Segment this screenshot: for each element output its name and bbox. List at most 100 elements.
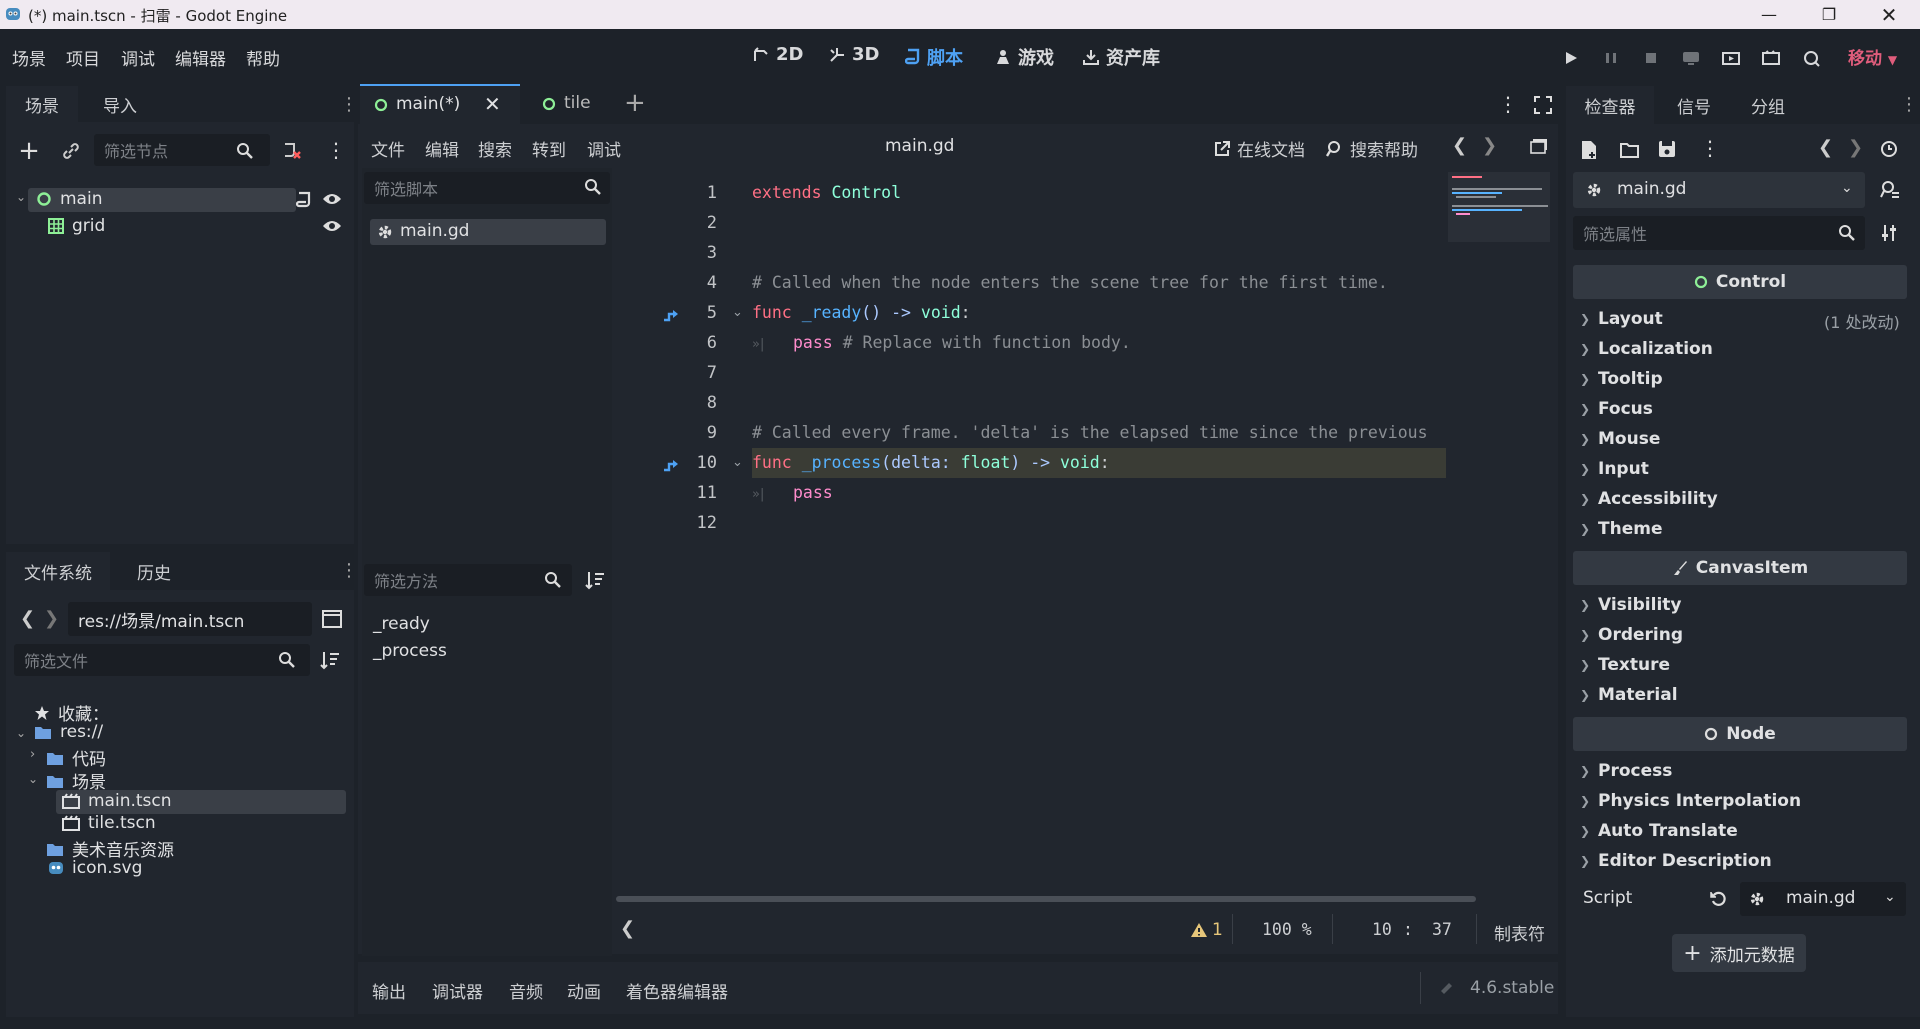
tab-scene[interactable]: 场景 bbox=[6, 86, 78, 122]
horizontal-scrollbar[interactable] bbox=[616, 896, 1476, 902]
property-filter-input[interactable]: 筛选属性 bbox=[1573, 216, 1865, 250]
prop-editor-description[interactable]: ❯ Editor Description bbox=[1580, 851, 1772, 871]
section-control[interactable]: Control bbox=[1573, 265, 1907, 299]
dock-menu-icon[interactable]: ⋮ bbox=[340, 94, 358, 115]
visibility-eye-icon[interactable] bbox=[322, 192, 342, 206]
run-specific-scene-button[interactable] bbox=[1760, 47, 1782, 69]
dock-menu-icon[interactable]: ⋮ bbox=[1900, 94, 1918, 115]
menu-help[interactable]: 帮助 bbox=[246, 45, 280, 70]
prop-focus[interactable]: ❯ Focus bbox=[1580, 399, 1653, 419]
close-tab-icon[interactable]: ✕ bbox=[484, 92, 501, 116]
history-back-icon[interactable]: ❮ bbox=[1818, 137, 1833, 158]
revert-icon[interactable] bbox=[1710, 890, 1728, 908]
dock-menu-icon[interactable]: ⋮ bbox=[340, 560, 358, 581]
search-help-button[interactable]: 搜索帮助 bbox=[1326, 136, 1418, 161]
stop-button[interactable] bbox=[1640, 47, 1662, 69]
tab-tile-scene[interactable]: tile bbox=[522, 84, 622, 124]
file-filter-input[interactable]: 筛选文件 bbox=[14, 644, 310, 676]
prop-layout[interactable]: ❯ Layout bbox=[1580, 309, 1663, 329]
workspace-assetlib-button[interactable]: 资产库 bbox=[1082, 44, 1160, 70]
history-icon[interactable] bbox=[1880, 140, 1898, 158]
menu-scene[interactable]: 场景 bbox=[12, 45, 46, 70]
prop-auto-translate[interactable]: ❯ Auto Translate bbox=[1580, 821, 1738, 841]
fold-arrow-icon[interactable]: ⌄ bbox=[732, 305, 743, 320]
node-grid[interactable]: grid bbox=[48, 216, 105, 236]
indentation-mode[interactable]: 制表符 bbox=[1494, 920, 1545, 945]
menu-editor[interactable]: 编辑器 bbox=[175, 45, 226, 70]
resource-selector[interactable]: main.gd ⌄ bbox=[1573, 172, 1865, 208]
inspector-more-icon[interactable]: ⋮ bbox=[1700, 136, 1720, 160]
menu-project[interactable]: 项目 bbox=[66, 45, 100, 70]
add-tab-icon[interactable]: + bbox=[624, 88, 646, 118]
menu-debug[interactable]: 调试 bbox=[121, 45, 155, 70]
tab-main-scene[interactable]: main(*) ✕ bbox=[360, 84, 520, 124]
update-spinner-icon[interactable] bbox=[1438, 980, 1454, 996]
scene-menu-icon[interactable]: ⋮ bbox=[326, 138, 346, 162]
tab-shader-editor[interactable]: 着色器编辑器 bbox=[626, 978, 728, 1003]
script-property-value[interactable]: main.gd ⌄ bbox=[1740, 882, 1906, 916]
prop-tooltip[interactable]: ❯ Tooltip bbox=[1580, 369, 1663, 389]
distraction-free-icon[interactable] bbox=[1534, 96, 1552, 114]
prop-physics-interpolation[interactable]: ❯ Physics Interpolation bbox=[1580, 791, 1801, 811]
collapse-arrow-icon[interactable]: › bbox=[30, 747, 35, 762]
tab-signals[interactable]: 信号 bbox=[1656, 86, 1732, 124]
minimize-button[interactable]: — bbox=[1746, 0, 1792, 29]
folder-res[interactable]: res:// bbox=[34, 722, 103, 742]
prop-accessibility[interactable]: ❯ Accessibility bbox=[1580, 489, 1718, 509]
prop-theme[interactable]: ❯ Theme bbox=[1580, 519, 1662, 539]
history-forward-icon[interactable]: ❯ bbox=[1848, 137, 1863, 158]
tab-debugger[interactable]: 调试器 bbox=[432, 978, 483, 1003]
prop-localization[interactable]: ❯ Localization bbox=[1580, 339, 1713, 359]
history-back-icon[interactable]: ❮ bbox=[1452, 135, 1467, 156]
renderer-selector[interactable]: 移动 ▼ bbox=[1848, 44, 1897, 69]
script-filter-input[interactable]: 筛选脚本 bbox=[364, 172, 610, 204]
tab-output[interactable]: 输出 bbox=[372, 978, 406, 1003]
run-current-scene-button[interactable] bbox=[1720, 47, 1742, 69]
history-forward-icon[interactable]: ❯ bbox=[1482, 135, 1497, 156]
nav-forward-icon[interactable]: ❯ bbox=[44, 608, 59, 629]
toggle-scripts-panel-icon[interactable] bbox=[1530, 138, 1548, 154]
online-docs-button[interactable]: 在线文档 bbox=[1213, 136, 1305, 161]
movie-maker-icon[interactable] bbox=[1800, 47, 1822, 69]
tab-groups[interactable]: 分组 bbox=[1730, 86, 1806, 124]
filter-options-icon[interactable] bbox=[1880, 224, 1898, 242]
prop-process[interactable]: ❯ Process bbox=[1580, 761, 1672, 781]
fold-arrow-icon[interactable]: ⌄ bbox=[732, 455, 743, 470]
script-list-item-main[interactable]: main.gd bbox=[370, 219, 606, 245]
method-filter-input[interactable]: 筛选方法 bbox=[364, 564, 572, 596]
remote-debug-icon[interactable] bbox=[1680, 47, 1702, 69]
code-minimap[interactable] bbox=[1448, 172, 1550, 242]
open-folder-icon[interactable] bbox=[1620, 142, 1640, 158]
prop-input[interactable]: ❯ Input bbox=[1580, 459, 1649, 479]
editor-tab-menu-icon[interactable]: ⋮ bbox=[1498, 92, 1518, 116]
tab-inspector[interactable]: 检查器 bbox=[1566, 86, 1654, 124]
path-field[interactable]: res://场景/main.tscn bbox=[68, 602, 312, 636]
file-icon-svg[interactable]: icon.svg bbox=[48, 858, 142, 878]
prop-visibility[interactable]: ❯ Visibility bbox=[1580, 595, 1682, 615]
section-node[interactable]: Node bbox=[1573, 717, 1907, 751]
script-menu-goto[interactable]: 转到 bbox=[532, 136, 566, 161]
expand-arrow-icon[interactable]: ⌄ bbox=[16, 726, 26, 740]
nav-back-icon[interactable]: ❮ bbox=[20, 608, 35, 629]
prop-material[interactable]: ❯ Material bbox=[1580, 685, 1678, 705]
workspace-3d-button[interactable]: 3D bbox=[828, 44, 879, 65]
node-main[interactable]: main bbox=[36, 189, 102, 209]
pause-button[interactable] bbox=[1600, 47, 1622, 69]
prop-mouse[interactable]: ❯ Mouse bbox=[1580, 429, 1660, 449]
new-resource-icon[interactable] bbox=[1580, 140, 1598, 160]
tab-filesystem[interactable]: 文件系统 bbox=[6, 552, 110, 590]
toggle-sidebar-icon[interactable]: ❮ bbox=[620, 918, 635, 939]
add-node-icon[interactable]: + bbox=[18, 136, 40, 166]
workspace-game-button[interactable]: 游戏 bbox=[994, 44, 1054, 70]
maximize-button[interactable]: ❐ bbox=[1806, 0, 1852, 29]
workspace-2d-button[interactable]: 2D bbox=[752, 44, 803, 65]
split-view-icon[interactable] bbox=[322, 610, 342, 628]
prop-ordering[interactable]: ❯ Ordering bbox=[1580, 625, 1683, 645]
expand-arrow-icon[interactable]: ⌄ bbox=[28, 772, 38, 786]
script-menu-edit[interactable]: 编辑 bbox=[425, 136, 459, 161]
tab-import[interactable]: 导入 bbox=[80, 86, 160, 122]
override-method-icon[interactable] bbox=[662, 456, 680, 472]
script-menu-file[interactable]: 文件 bbox=[371, 136, 405, 161]
tab-animation[interactable]: 动画 bbox=[567, 978, 601, 1003]
file-main-tscn[interactable]: main.tscn bbox=[62, 791, 172, 811]
